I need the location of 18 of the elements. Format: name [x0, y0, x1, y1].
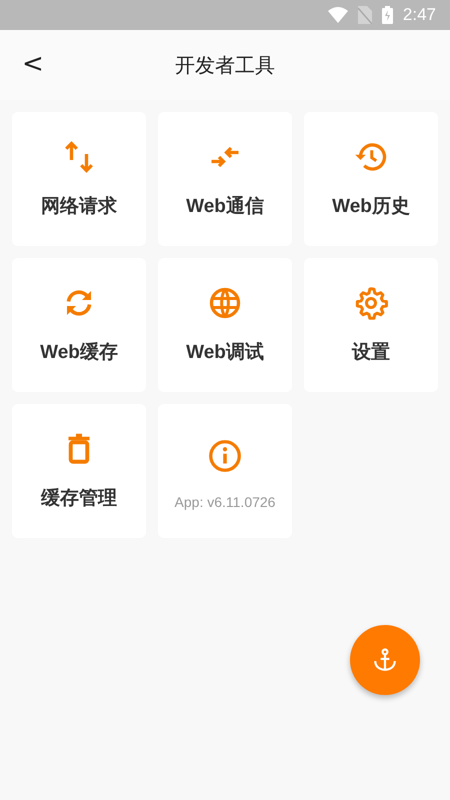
status-time: 2:47	[402, 5, 436, 25]
tool-tile[interactable]: Web历史	[304, 112, 438, 246]
globe-icon	[207, 285, 243, 321]
tool-tile[interactable]: Web通信	[158, 112, 292, 246]
tool-tile[interactable]: 设置	[304, 258, 438, 392]
wifi-icon	[328, 7, 348, 23]
back-button[interactable]: <	[18, 50, 48, 78]
tool-tile[interactable]: Web调试	[158, 258, 292, 392]
anchor-button[interactable]	[350, 625, 420, 695]
tool-tile[interactable]: 网络请求	[12, 112, 146, 246]
page-title: 开发者工具	[175, 54, 275, 78]
settings-icon	[353, 285, 389, 321]
tool-tile[interactable]: 缓存管理	[12, 404, 146, 538]
anchor-icon	[372, 647, 398, 673]
battery-charging-icon	[382, 6, 393, 24]
no-sim-icon	[358, 6, 372, 24]
tool-tile[interactable]: Web缓存	[12, 258, 146, 392]
info-icon	[207, 438, 243, 474]
